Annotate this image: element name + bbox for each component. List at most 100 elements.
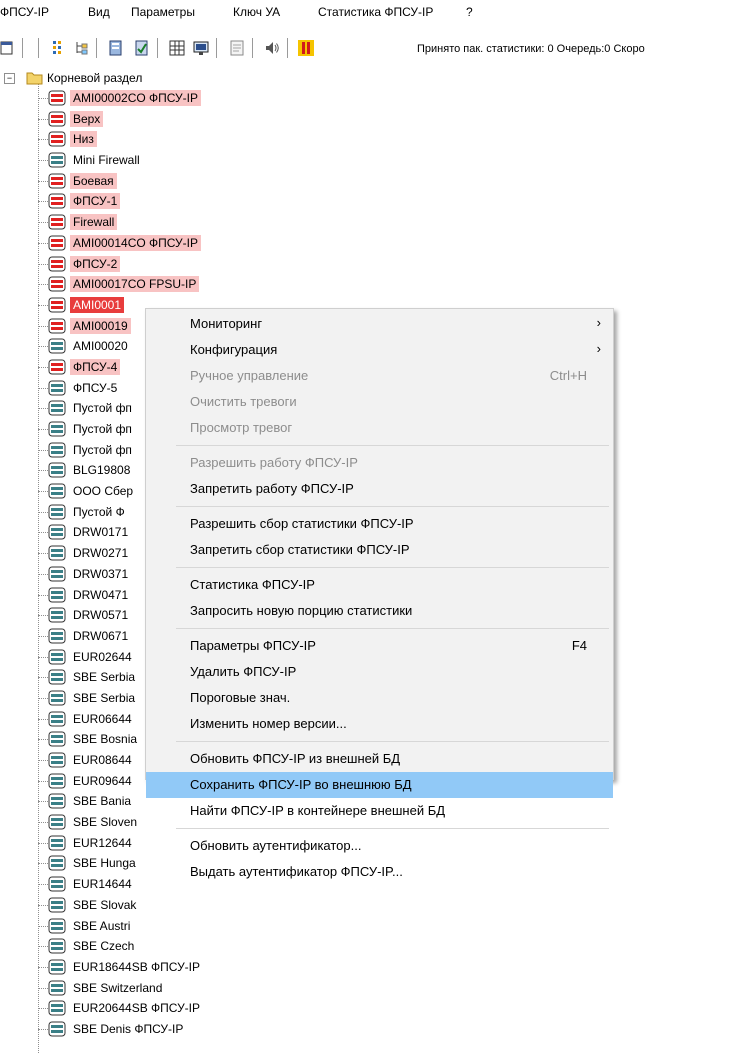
context-menu-item: Просмотр тревог <box>146 415 613 441</box>
tree-connector-line <box>38 739 48 741</box>
device-icon <box>48 876 66 892</box>
menu-key-ua[interactable]: Ключ УА <box>233 5 280 19</box>
device-icon <box>48 855 66 871</box>
tree-node-label: Боевая <box>70 172 117 189</box>
tree-connector-line <box>38 884 48 886</box>
tree-connector-line <box>38 263 48 265</box>
menu-item-label: Разрешить работу ФПСУ-IP <box>190 455 358 470</box>
collapse-icon[interactable]: − <box>4 73 15 84</box>
menu-separator <box>176 445 609 446</box>
tree-node-label: DRW0271 <box>73 546 129 561</box>
device-alarm-icon <box>48 90 66 106</box>
sound-icon[interactable] <box>264 40 280 56</box>
tree-connector-line <box>38 222 48 224</box>
menu-item-shortcut: F4 <box>571 638 587 653</box>
tree-connector-line <box>38 1028 48 1030</box>
menu-fpsu[interactable]: ФПСУ-IP <box>0 5 49 19</box>
tree-node-label: Пустой Ф <box>73 504 125 519</box>
tree-node-label: AMI00017CO FPSU-IP <box>70 276 200 293</box>
menu-params[interactable]: Параметры <box>131 5 195 19</box>
context-menu-item[interactable]: Запросить новую порцию статистики <box>146 598 613 624</box>
menu-item-label: Просмотр тревог <box>190 420 293 435</box>
tree-node-label: EUR09644 <box>73 773 132 788</box>
grid-icon[interactable] <box>169 40 185 56</box>
context-menu-item[interactable]: Пороговые знач. <box>146 685 613 711</box>
device-icon <box>48 462 66 478</box>
tree-node-label: EUR18644SB ФПСУ-IP <box>73 959 201 974</box>
tree-node-label: Firewall <box>70 214 118 231</box>
device-icon <box>48 690 66 706</box>
context-menu-item[interactable]: Изменить номер версии... <box>146 711 613 737</box>
device-icon <box>48 959 66 975</box>
window-icon[interactable] <box>0 40 16 56</box>
context-menu-item[interactable]: Запретить работу ФПСУ-IP <box>146 476 613 502</box>
tree-node-label: SBE Sloven <box>73 815 138 830</box>
device-alarm-icon <box>48 173 66 189</box>
tree-connector-line <box>38 760 48 761</box>
tree-node-label: SBE Czech <box>73 939 135 954</box>
menu-item-label: Параметры ФПСУ-IP <box>190 638 316 653</box>
menu-item-label: Сохранить ФПСУ-IP во внешнюю БД <box>190 777 412 792</box>
tree-node-label: EUR06644 <box>73 711 132 726</box>
menu-statistics[interactable]: Статистика ФПСУ-IP <box>318 5 433 19</box>
menu-separator <box>176 741 609 742</box>
submenu-arrow-icon: › <box>596 341 601 356</box>
toolbar-separator <box>38 38 40 58</box>
tree-node-label: ФПСУ-5 <box>73 380 118 395</box>
context-menu-item[interactable]: Выдать аутентификатор ФПСУ-IP... <box>146 859 613 885</box>
menu-help[interactable]: ? <box>466 5 473 19</box>
menu-item-label: Выдать аутентификатор ФПСУ-IP... <box>190 864 403 879</box>
menu-item-label: Запретить сбор статистики ФПСУ-IP <box>190 542 410 557</box>
tree-view-icon[interactable] <box>74 40 90 56</box>
device-icon <box>48 711 66 727</box>
toolbar-separator <box>22 38 24 58</box>
tree-connector-line <box>38 635 48 637</box>
tree-connector-line <box>38 118 48 120</box>
context-menu-item[interactable]: Найти ФПСУ-IP в контейнере внешней БД <box>146 798 613 824</box>
tree-connector-line <box>38 429 48 430</box>
context-menu-item[interactable]: Сохранить ФПСУ-IP во внешнюю БД <box>146 772 613 798</box>
toolbar-separator <box>157 38 159 58</box>
device-alarm-icon <box>48 318 66 334</box>
tree-connector-line <box>38 987 48 989</box>
toolbar: Принято пак. статистики: 0 Очередь:0 Ско… <box>0 28 734 68</box>
tree-connector-line <box>38 387 48 389</box>
device-icon <box>48 1021 66 1037</box>
tree-node-label: SBE Austri <box>73 918 131 933</box>
context-menu-item[interactable]: Удалить ФПСУ-IP <box>146 659 613 685</box>
tree-node-label: SBE Serbia <box>73 670 136 685</box>
tree-connector-line <box>38 511 48 513</box>
toolbar-separator <box>287 38 289 58</box>
menu-item-label: Обновить аутентификатор... <box>190 838 362 853</box>
monitor-icon[interactable] <box>193 40 209 56</box>
context-menu-item[interactable]: Обновить аутентификатор... <box>146 833 613 859</box>
device-icon <box>48 835 66 851</box>
context-menu-item[interactable]: Параметры ФПСУ-IP F4 <box>146 633 613 659</box>
tree-node-label: SBE Serbia <box>73 690 136 705</box>
tree-node-label: EUR14644 <box>73 877 132 892</box>
list-view-icon[interactable] <box>52 40 68 56</box>
tree-node-label: ФПСУ-4 <box>70 358 121 375</box>
menu-item-label: Обновить ФПСУ-IP из внешней БД <box>190 751 401 766</box>
pause-icon[interactable] <box>298 40 314 56</box>
tree-connector-line <box>38 304 48 306</box>
tree-connector-line <box>38 697 48 699</box>
book-check-icon[interactable] <box>134 40 150 56</box>
tree-node-label: EUR20644SB ФПСУ-IP <box>73 1001 201 1016</box>
context-menu-item[interactable]: Мониторинг › <box>146 311 613 337</box>
context-menu-item[interactable]: Обновить ФПСУ-IP из внешней БД <box>146 746 613 772</box>
tree-connector-line <box>38 242 48 244</box>
context-menu-item[interactable]: Статистика ФПСУ-IP <box>146 572 613 598</box>
context-menu-item[interactable]: Разрешить сбор статистики ФПСУ-IP <box>146 511 613 537</box>
tree-connector-line <box>38 946 48 948</box>
context-menu-item[interactable]: Запретить сбор статистики ФПСУ-IP <box>146 537 613 563</box>
device-icon <box>48 152 66 168</box>
context-menu-item[interactable]: Конфигурация › <box>146 337 613 363</box>
device-icon <box>48 793 66 809</box>
menu-view[interactable]: Вид <box>88 5 110 19</box>
document-icon[interactable] <box>229 40 245 56</box>
device-icon <box>48 752 66 768</box>
book-icon[interactable] <box>108 40 124 56</box>
device-icon <box>48 938 66 954</box>
submenu-arrow-icon: › <box>596 315 601 330</box>
